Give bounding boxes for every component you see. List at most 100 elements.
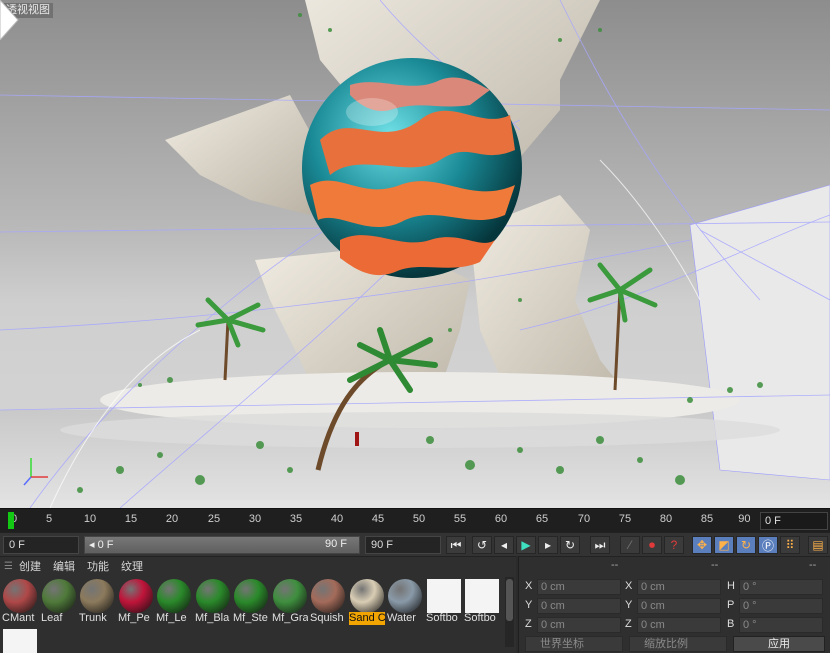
keyframe-selection-button[interactable]: ?: [664, 536, 684, 554]
previous-frame-button[interactable]: ◂: [494, 536, 514, 554]
key-position-button[interactable]: ✥: [692, 536, 712, 554]
previous-key-icon: ↺: [476, 538, 488, 552]
scrollbar-thumb[interactable]: [506, 579, 513, 621]
material-swatch[interactable]: Mf_Bla: [194, 577, 231, 625]
material-preview-icon: [388, 579, 422, 613]
pos-x-field[interactable]: 0 cm: [537, 579, 621, 595]
tick-label: 35: [289, 513, 303, 525]
material-menu-item[interactable]: 功能: [87, 558, 109, 574]
key-scale-button[interactable]: ◩: [714, 536, 734, 554]
tick-label: 45: [371, 513, 385, 525]
material-name: Softbo: [426, 612, 458, 624]
coordinate-mode-select[interactable]: 世界坐标: [525, 636, 623, 652]
material-name: Mf_Ste: [233, 612, 268, 624]
scale-mode-select[interactable]: 缩放比例: [629, 636, 727, 652]
material-swatch[interactable]: CMant: [1, 577, 38, 625]
key-rotation-button[interactable]: ↻: [736, 536, 756, 554]
tick-label: 5: [45, 513, 53, 525]
material-swatch[interactable]: Softbo: [425, 577, 462, 625]
pos-y-field[interactable]: 0 cm: [537, 598, 621, 614]
go-to-end-button[interactable]: ⏭: [590, 536, 610, 554]
size-header: --: [711, 559, 719, 571]
go-to-start-icon: ⏮: [450, 537, 462, 552]
parameter-icon: Ⓟ: [761, 538, 774, 553]
tick-label: 90: [738, 513, 751, 525]
material-swatch[interactable]: Mf_Le: [155, 577, 192, 625]
material-name: Squish: [310, 612, 344, 624]
material-menu-item[interactable]: 纹理: [121, 558, 143, 574]
material-swatch[interactable]: Mf_Pe: [117, 577, 154, 625]
material-swatch[interactable]: Mf_Ste: [232, 577, 269, 625]
record-keys-button[interactable]: ⁄: [620, 536, 640, 554]
material-preview-icon: [234, 579, 268, 613]
material-menu-item[interactable]: 编辑: [53, 558, 75, 574]
material-preview-icon: [311, 579, 345, 613]
go-to-start-button[interactable]: ⏮: [446, 536, 466, 554]
next-frame-button[interactable]: ▸: [538, 536, 558, 554]
play-button[interactable]: ▶: [516, 536, 536, 554]
material-name: Mf_Bla: [195, 612, 230, 624]
material-menu-item[interactable]: 创建: [19, 558, 41, 574]
material-name: Sand C: [349, 612, 385, 625]
tick-label: 10: [83, 513, 97, 525]
panel-grip-icon[interactable]: ☰: [4, 561, 13, 572]
size-z-label: Z: [625, 618, 632, 630]
play-icon: ▶: [521, 538, 531, 552]
material-manager: ☰ 创建 编辑 功能 纹理 CMant Leaf Trunk Mf_Pe Mf_Le Mf_Bl…: [0, 556, 516, 653]
next-key-button[interactable]: ↻: [560, 536, 580, 554]
scheme-button[interactable]: ▤: [808, 536, 828, 554]
pos-z-field[interactable]: 0 cm: [537, 617, 621, 633]
material-preview-icon: [196, 579, 230, 613]
material-swatch[interactable]: Sand C: [348, 577, 385, 625]
size-x-field[interactable]: 0 cm: [637, 579, 721, 595]
current-frame-field[interactable]: 0 F: [760, 512, 828, 530]
range-start-label: ◂ 0 F: [89, 539, 114, 551]
material-name: Mf_Pe: [118, 612, 150, 624]
material-preview-icon: [3, 579, 37, 613]
material-preview-icon: [80, 579, 114, 613]
timeline-ruler[interactable]: 0 5 10 15 20 25 30 35 40 45 50 55 60 65 70 75 80 85 90 0 F: [0, 508, 830, 532]
tick-label: 80: [659, 513, 673, 525]
end-frame-field[interactable]: 90 F: [365, 536, 441, 554]
pos-y-label: Y: [525, 599, 533, 611]
key-pla-button[interactable]: ⠿: [780, 536, 800, 554]
rot-h-field[interactable]: 0 °: [739, 579, 823, 595]
material-menu-bar: ☰ 创建 编辑 功能 纹理: [0, 557, 516, 575]
material-scrollbar[interactable]: [505, 577, 514, 647]
range-end-label: 90 F: [324, 538, 347, 550]
material-name: Water: [387, 612, 416, 624]
key-icon: ⁄: [628, 538, 631, 552]
material-swatch[interactable]: [1, 627, 38, 653]
frame-ruler[interactable]: 0 5 10 15 20 25 30 35 40 45 50 55 60 65 70 75 80 85 90: [8, 509, 756, 533]
preview-range-slider[interactable]: ◂ 0 F 90 F: [84, 536, 360, 554]
material-name: CMant: [2, 612, 35, 624]
move-icon: ✥: [696, 538, 708, 552]
next-key-icon: ↻: [564, 538, 576, 552]
material-swatch[interactable]: Water: [386, 577, 423, 625]
grid-dots-icon: ⠿: [785, 538, 795, 552]
material-swatch[interactable]: Trunk: [78, 577, 115, 625]
material-preview-icon: [3, 629, 37, 653]
size-z-field[interactable]: 0 cm: [637, 617, 721, 633]
key-parameter-button[interactable]: Ⓟ: [758, 536, 778, 554]
perspective-viewport[interactable]: 透视视图: [0, 0, 830, 508]
material-preview-icon: [273, 579, 307, 613]
rot-p-field[interactable]: 0 °: [739, 598, 823, 614]
rot-b-field[interactable]: 0 °: [739, 617, 823, 633]
material-swatch[interactable]: Leaf: [40, 577, 77, 625]
material-swatch[interactable]: Softbo: [463, 577, 500, 625]
viewport-nav-arrow-icon[interactable]: [0, 0, 20, 40]
auto-keying-button[interactable]: ⏺: [642, 536, 662, 554]
tick-label: 15: [124, 513, 138, 525]
material-swatch[interactable]: Mf_Gra: [271, 577, 308, 625]
material-swatch[interactable]: Squish: [309, 577, 346, 625]
previous-key-button[interactable]: ↺: [472, 536, 492, 554]
pos-x-label: X: [525, 580, 533, 592]
playhead[interactable]: [8, 512, 14, 529]
rot-p-label: P: [727, 599, 735, 611]
size-x-label: X: [625, 580, 633, 592]
size-y-field[interactable]: 0 cm: [637, 598, 721, 614]
apply-button[interactable]: 应用: [733, 636, 825, 652]
start-frame-field[interactable]: 0 F: [3, 536, 79, 554]
tick-label: 60: [494, 513, 508, 525]
